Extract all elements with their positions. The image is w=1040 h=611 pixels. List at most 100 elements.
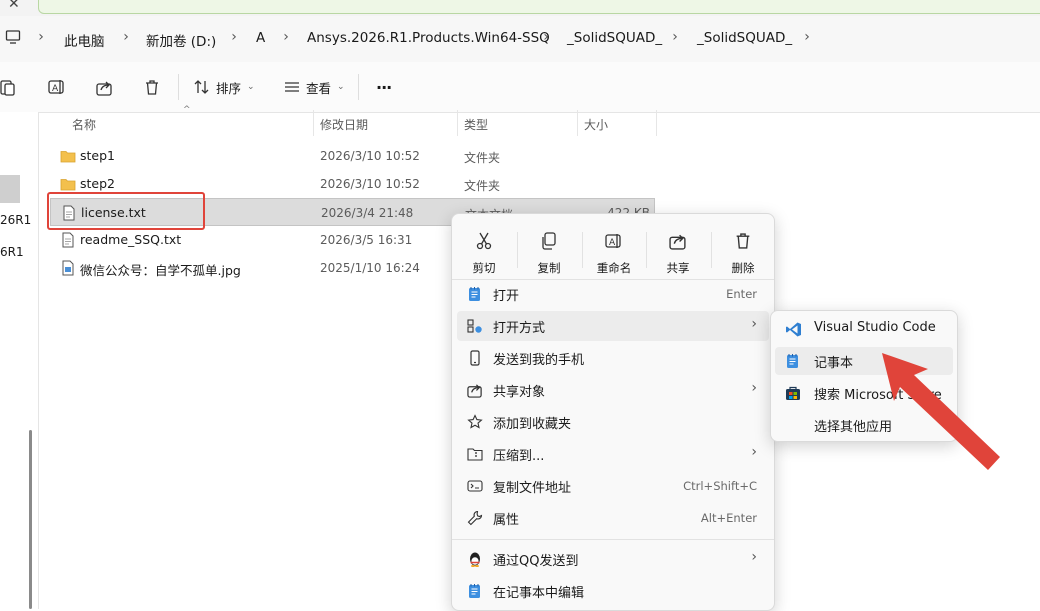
file-date: 2026/3/10 10:52	[320, 149, 420, 163]
vscode-icon	[786, 322, 801, 337]
address-bar[interactable]: › 此电脑 › 新加卷 (D:) › A › Ansys.2026.R1.Pro…	[0, 16, 1040, 63]
star-icon	[467, 414, 483, 429]
chevron-right-icon[interactable]: ›	[538, 29, 554, 45]
computer-icon	[5, 30, 21, 44]
menu-item-send-via-qq[interactable]: 通过QQ发送到 ›	[457, 544, 769, 574]
share-icon	[96, 81, 112, 96]
menu-item-shortcut: Enter	[726, 287, 757, 301]
menu-item-label: 复制文件地址	[493, 481, 572, 496]
menu-item-share-with[interactable]: 共享对象 ›	[457, 375, 769, 405]
breadcrumb-drive-d[interactable]: 新加卷 (D:)	[146, 30, 216, 50]
scissors-icon	[476, 232, 492, 250]
view-label: 查看	[306, 80, 332, 96]
menu-item-label: 发送到我的手机	[493, 353, 585, 368]
menu-item-compress[interactable]: 压缩到... ›	[457, 439, 769, 469]
breadcrumb-a[interactable]: A	[256, 30, 265, 46]
menu-item-open[interactable]: 打开 Enter	[457, 279, 769, 309]
column-header-type[interactable]: 类型	[464, 116, 488, 133]
red-arrow-annotation	[882, 353, 1000, 470]
chevron-right-icon[interactable]: ›	[278, 29, 294, 45]
breadcrumb-solidsquad-1[interactable]: _SolidSQUAD_	[567, 30, 662, 46]
file-date: 2026/3/5 16:31	[320, 233, 413, 247]
copy-button[interactable]: 复制	[518, 224, 580, 280]
file-date: 2026/3/10 10:52	[320, 177, 420, 191]
cut-button[interactable]: 剪切	[453, 224, 515, 280]
menu-item-copy-path[interactable]: 复制文件地址 Ctrl+Shift+C	[457, 471, 769, 501]
sort-button[interactable]: 排序 ⌄	[194, 74, 255, 100]
menu-item-open-with[interactable]: 打开方式 ›	[457, 311, 769, 341]
notepad-icon	[469, 287, 480, 301]
menu-item-label: 添加到收藏夹	[493, 417, 572, 432]
column-divider[interactable]	[577, 110, 578, 136]
column-header-size[interactable]: 大小	[584, 116, 608, 133]
trash-icon	[736, 233, 750, 249]
copy-label: 复制	[537, 261, 561, 275]
rename-button[interactable]: A 重命名	[583, 224, 645, 280]
menu-item-send-to-phone[interactable]: 发送到我的手机	[457, 343, 769, 373]
store-icon	[786, 386, 800, 400]
open-with-icon	[467, 319, 482, 333]
paste-icon	[0, 80, 15, 96]
share-button[interactable]: 共享	[647, 224, 709, 280]
zip-icon	[467, 448, 483, 461]
text-file-icon	[62, 232, 74, 248]
notepad-icon	[787, 354, 798, 368]
file-name: step2	[80, 176, 115, 191]
menu-item-label: 共享对象	[493, 385, 546, 400]
toolbar-divider	[358, 74, 359, 100]
file-name: step1	[80, 148, 115, 163]
menu-item-label: 打开方式	[493, 321, 546, 336]
view-button[interactable]: 查看 ⌄	[284, 74, 345, 100]
more-options-button[interactable]: ···	[376, 74, 392, 100]
chevron-right-icon[interactable]: ›	[799, 29, 815, 45]
command-bar: A 排序 ⌄ 查看 ⌄ ···	[0, 62, 1040, 113]
menu-item-shortcut: Alt+Enter	[700, 511, 757, 525]
rename-label: 重命名	[596, 261, 632, 275]
chevron-right-icon[interactable]: ›	[226, 29, 242, 45]
menu-item-label: 压缩到...	[493, 449, 545, 464]
delete-button[interactable]: 删除	[712, 224, 774, 280]
delete-button[interactable]	[144, 74, 160, 100]
column-divider[interactable]	[656, 110, 657, 136]
chevron-right-icon: ›	[751, 380, 757, 396]
rename-button[interactable]: A	[48, 74, 66, 100]
chevron-right-icon[interactable]: ›	[667, 29, 683, 45]
close-tab-icon[interactable]: ✕	[8, 0, 20, 12]
share-button[interactable]	[96, 74, 113, 100]
rename-icon: A	[605, 234, 621, 248]
file-date: 2026/3/4 21:48	[321, 206, 414, 220]
sort-label: 排序	[216, 80, 242, 96]
menu-item-edit-in-notepad[interactable]: 在记事本中编辑	[457, 576, 769, 606]
nav-item-26r1[interactable]: 26R1	[0, 213, 31, 227]
column-divider[interactable]	[313, 110, 314, 136]
delete-label: 删除	[731, 261, 755, 275]
paste-button[interactable]	[0, 74, 16, 100]
title-strip: ✕	[0, 0, 1040, 16]
copy-path-icon	[467, 480, 483, 492]
file-date: 2025/1/10 16:24	[320, 261, 420, 275]
qq-icon	[470, 552, 480, 567]
image-file-icon	[62, 260, 74, 276]
wrench-icon	[467, 510, 483, 526]
menu-item-add-favorites[interactable]: 添加到收藏夹	[457, 407, 769, 437]
chevron-down-icon: ⌄	[247, 82, 255, 92]
context-menu: 剪切 复制 A 重命名 共享 删除 打开 Enter 打开方式 › 发送到我的手…	[451, 213, 775, 611]
chevron-right-icon[interactable]: ›	[118, 29, 134, 45]
column-header-name[interactable]: 名称	[72, 116, 96, 133]
chevron-right-icon[interactable]: ›	[33, 29, 49, 45]
breadcrumb-solidsquad-2[interactable]: _SolidSQUAD_	[697, 30, 792, 46]
file-row-step1[interactable]: step1 2026/3/10 10:52 文件夹	[50, 142, 655, 170]
menu-item-properties[interactable]: 属性 Alt+Enter	[457, 503, 769, 533]
active-tab-edge	[38, 0, 1040, 14]
breadcrumb-this-pc[interactable]: 此电脑	[64, 30, 105, 50]
share-icon	[669, 234, 686, 250]
column-divider[interactable]	[457, 110, 458, 136]
share-icon	[467, 384, 482, 398]
column-header-modified[interactable]: 修改日期	[320, 116, 368, 133]
nav-selected-item[interactable]	[0, 175, 20, 203]
nav-item-6r1[interactable]: 6R1	[0, 245, 24, 259]
breadcrumb-ansys[interactable]: Ansys.2026.R1.Products.Win64-SSQ	[307, 30, 550, 46]
sort-asc-icon: ^	[183, 105, 191, 115]
trash-icon	[146, 79, 158, 95]
nav-scrollbar[interactable]	[29, 430, 32, 609]
